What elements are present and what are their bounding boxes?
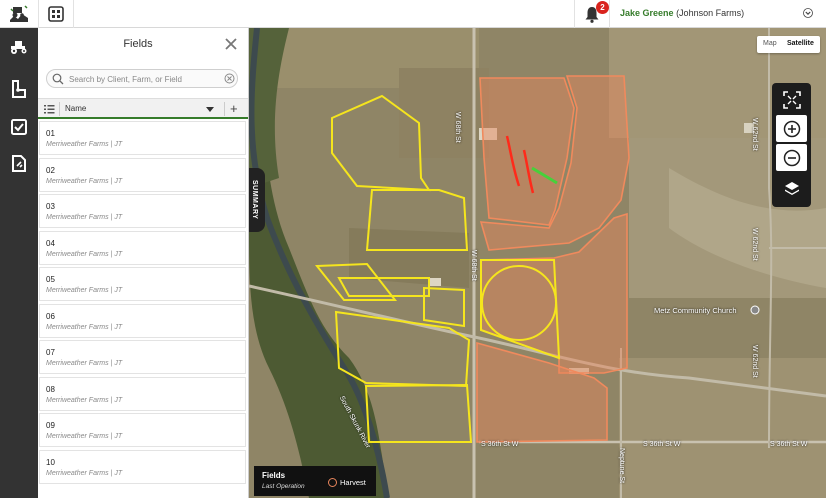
road-label: W 68th St — [454, 112, 461, 143]
fit-extent-button[interactable] — [776, 86, 807, 113]
map-type-toggle: Map Satellite — [757, 36, 820, 53]
field-farm-client: Merriweather Farms | JT — [46, 433, 123, 440]
app-logo[interactable] — [0, 0, 38, 28]
map-legend: Fields Last Operation Harvest — [254, 466, 376, 496]
top-bar: 2 Jake Greene (Johnson Farms) — [0, 0, 826, 28]
field-name: 09 — [46, 421, 55, 430]
map-type-map-button[interactable]: Map — [763, 40, 777, 47]
place-label: Metz Community Church — [654, 306, 737, 315]
field-list-item[interactable]: 05 Merriweather Farms | JT — [39, 267, 246, 301]
summary-tab-label: SUMMARY — [251, 180, 258, 220]
checkbox-icon — [11, 119, 27, 135]
field-boundary-icon — [12, 80, 26, 98]
notification-badge: 2 — [596, 1, 609, 14]
field-farm-client: Merriweather Farms | JT — [46, 360, 123, 367]
field-farm-client: Merriweather Farms | JT — [46, 214, 123, 221]
field-farm-client: Merriweather Farms | JT — [46, 177, 123, 185]
grid-icon — [48, 6, 64, 22]
field-name: 01 — [46, 129, 55, 138]
field-list-item[interactable]: 08 Merriweather Farms | JT — [39, 376, 246, 411]
close-icon — [225, 38, 237, 50]
field-name: 04 — [46, 238, 55, 248]
field-farm-client: Merriweather Farms | JT — [46, 250, 123, 258]
column-divider — [59, 102, 60, 116]
field-farm-client: Merriweather Farms | JT — [46, 323, 123, 331]
road-label: W 68th St — [470, 250, 477, 281]
zoom-in-icon — [783, 120, 800, 137]
satellite-imagery — [249, 28, 826, 498]
zoom-out-button[interactable] — [776, 144, 807, 171]
close-panel-button[interactable] — [223, 36, 239, 52]
field-name: 03 — [46, 202, 55, 211]
nav-equipment[interactable] — [0, 32, 38, 62]
add-field-button[interactable]: + — [230, 101, 238, 116]
user-name: Jake Greene — [620, 8, 674, 18]
fields-list: 01 Merriweather Farms | JT 02 Merriweather … — [38, 121, 248, 486]
expand-icon — [782, 90, 801, 109]
road-label: W 62nd St — [751, 118, 758, 151]
fields-panel: Fields Name — [38, 28, 249, 498]
field-list-item[interactable]: 02 Merriweather Farms | JT — [39, 157, 246, 192]
clear-search-icon[interactable] — [224, 73, 235, 84]
layers-icon — [784, 181, 799, 195]
legend-item-label: Harvest — [340, 478, 366, 487]
map-controls — [772, 83, 811, 207]
field-name: 02 — [46, 165, 55, 175]
sort-down-icon[interactable] — [206, 107, 214, 112]
zoom-in-button[interactable] — [776, 115, 807, 142]
field-list-item[interactable]: 01 Merriweather Farms | JT — [39, 121, 246, 155]
left-nav-rail — [0, 28, 38, 498]
map-type-satellite-button[interactable]: Satellite — [787, 40, 814, 47]
column-divider — [224, 102, 225, 116]
road-label: Neptune St — [618, 448, 625, 484]
notifications-button[interactable]: 2 — [574, 0, 610, 28]
search-input[interactable] — [69, 72, 219, 86]
apps-grid-button[interactable] — [38, 0, 74, 28]
map-view[interactable] — [249, 28, 826, 498]
harvest-legend-swatch — [328, 478, 337, 487]
road-label: S 36th St W — [770, 441, 808, 448]
nav-fields[interactable] — [0, 74, 38, 104]
tractor-icon — [11, 41, 27, 54]
legend-subtitle: Last Operation — [262, 483, 305, 490]
field-name: 07 — [46, 348, 55, 357]
field-name: 10 — [46, 457, 55, 467]
field-name: 08 — [46, 384, 55, 394]
user-menu[interactable]: Jake Greene (Johnson Farms) — [620, 8, 744, 18]
field-list-item[interactable]: 03 Merriweather Farms | JT — [39, 194, 246, 228]
list-column-header: Name + — [38, 98, 248, 119]
name-column-header[interactable]: Name — [65, 104, 86, 113]
document-icon — [12, 154, 26, 172]
road-label: W 62nd St — [751, 228, 758, 261]
search-box — [46, 69, 238, 88]
org-name: (Johnson Farms) — [676, 8, 745, 18]
field-list-item[interactable]: 07 Merriweather Farms | JT — [39, 340, 246, 374]
field-farm-client: Merriweather Farms | JT — [46, 469, 123, 477]
zoom-out-icon — [783, 149, 800, 166]
field-farm-client: Merriweather Farms | JT — [46, 141, 123, 148]
field-farm-client: Merriweather Farms | JT — [46, 396, 123, 404]
nav-tasks[interactable] — [0, 112, 38, 142]
road-label: S 36th St W — [643, 441, 681, 448]
field-name: 05 — [46, 275, 55, 284]
tractor-map-icon — [10, 5, 28, 22]
field-name: 06 — [46, 311, 55, 321]
layers-button[interactable] — [776, 175, 807, 202]
user-menu-toggle[interactable] — [800, 4, 816, 22]
field-list-item[interactable]: 06 Merriweather Farms | JT — [39, 303, 246, 338]
nav-documents[interactable] — [0, 148, 38, 178]
road-label: W 62nd St — [751, 345, 758, 378]
search-icon — [52, 73, 64, 85]
field-farm-client: Merriweather Farms | JT — [46, 287, 123, 294]
road-label: S 36th St W — [481, 441, 519, 448]
legend-title: Fields — [262, 471, 286, 480]
panel-title: Fields — [123, 38, 153, 50]
chevron-down-icon — [803, 8, 813, 18]
summary-tab[interactable]: SUMMARY — [249, 168, 265, 232]
field-list-item[interactable]: 04 Merriweather Farms | JT — [39, 230, 246, 265]
field-list-item[interactable]: 09 Merriweather Farms | JT — [39, 413, 246, 447]
list-view-icon[interactable] — [44, 104, 55, 114]
field-list-item[interactable]: 10 Merriweather Farms | JT — [39, 449, 246, 484]
